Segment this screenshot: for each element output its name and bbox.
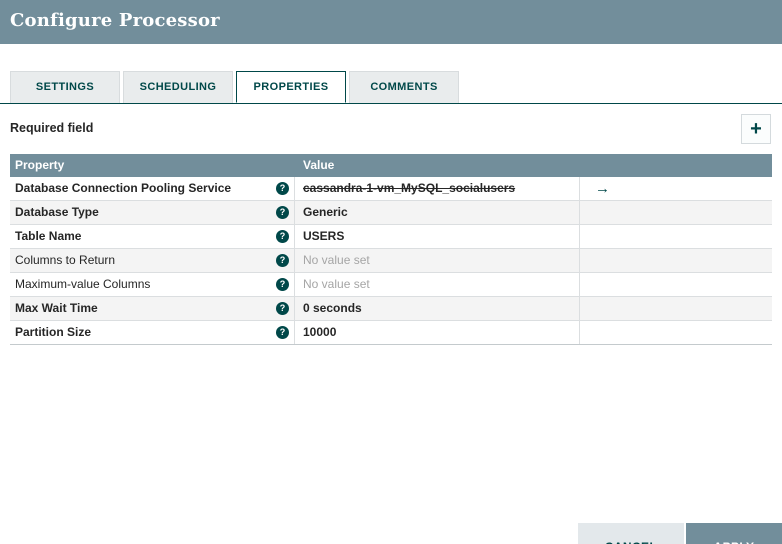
table-row: Columns to Return? No value set	[10, 249, 772, 273]
add-property-button[interactable]: +	[741, 114, 771, 144]
tab-bar: SETTINGS SCHEDULING PROPERTIES COMMENTS	[0, 71, 782, 104]
dialog-title: Configure Processor	[10, 10, 220, 31]
row-action-cell: →	[580, 177, 772, 200]
property-value[interactable]: 0 seconds	[295, 297, 580, 320]
help-icon[interactable]: ?	[276, 230, 289, 243]
property-name: Database Connection Pooling Service	[15, 181, 232, 195]
property-value[interactable]: No value set	[295, 273, 580, 296]
dialog-header: Configure Processor	[0, 0, 782, 44]
help-icon[interactable]: ?	[276, 326, 289, 339]
cancel-button[interactable]: CANCEL	[578, 523, 684, 544]
property-name-cell: Columns to Return?	[10, 249, 295, 272]
table-row: Max Wait Time? 0 seconds	[10, 297, 772, 321]
property-name-cell: Partition Size?	[10, 321, 295, 344]
property-name-cell: Database Type?	[10, 201, 295, 224]
tab-settings[interactable]: SETTINGS	[10, 71, 120, 103]
property-name: Partition Size	[15, 325, 92, 339]
column-header-value: Value	[303, 158, 335, 172]
property-name: Database Type	[15, 205, 99, 219]
table-header: Property Value	[10, 154, 772, 177]
row-action-cell	[580, 249, 772, 272]
row-action-cell	[580, 297, 772, 320]
table-row: Partition Size? 10000	[10, 321, 772, 345]
property-name-cell: Max Wait Time?	[10, 297, 295, 320]
property-name-cell: Database Connection Pooling Service?	[10, 177, 295, 200]
help-icon[interactable]: ?	[276, 302, 289, 315]
table-row: Database Type? Generic	[10, 201, 772, 225]
property-value[interactable]: No value set	[295, 249, 580, 272]
apply-button[interactable]: APPLY	[686, 523, 782, 544]
property-name: Table Name	[15, 229, 82, 243]
property-name-cell: Maximum-value Columns?	[10, 273, 295, 296]
required-field-label: Required field	[10, 121, 94, 135]
property-value[interactable]: USERS	[295, 225, 580, 248]
property-name: Maximum-value Columns	[15, 277, 151, 291]
row-action-cell	[580, 225, 772, 248]
property-value[interactable]: Generic	[295, 201, 580, 224]
plus-icon: +	[750, 117, 762, 140]
row-action-cell	[580, 321, 772, 344]
property-name: Max Wait Time	[15, 301, 98, 315]
tab-properties[interactable]: PROPERTIES	[236, 71, 346, 103]
table-row: Table Name? USERS	[10, 225, 772, 249]
property-value[interactable]: 10000	[295, 321, 580, 344]
help-icon[interactable]: ?	[276, 206, 289, 219]
property-name: Columns to Return	[15, 253, 116, 267]
property-value[interactable]: cassandra-1-vm_MySQL_socialusers	[295, 177, 580, 200]
tab-scheduling[interactable]: SCHEDULING	[123, 71, 233, 103]
properties-table: Property Value Database Connection Pooli…	[10, 154, 772, 345]
row-action-cell	[580, 273, 772, 296]
row-action-cell	[580, 201, 772, 224]
table-row: Maximum-value Columns? No value set	[10, 273, 772, 297]
properties-table-body: Database Connection Pooling Service? cass…	[10, 177, 772, 345]
help-icon[interactable]: ?	[276, 182, 289, 195]
help-icon[interactable]: ?	[276, 278, 289, 291]
tab-comments[interactable]: COMMENTS	[349, 71, 459, 103]
help-icon[interactable]: ?	[276, 254, 289, 267]
column-header-property: Property	[15, 158, 65, 172]
go-to-service-arrow-icon[interactable]: →	[595, 180, 610, 197]
table-row: Database Connection Pooling Service? cass…	[10, 177, 772, 201]
property-name-cell: Table Name?	[10, 225, 295, 248]
